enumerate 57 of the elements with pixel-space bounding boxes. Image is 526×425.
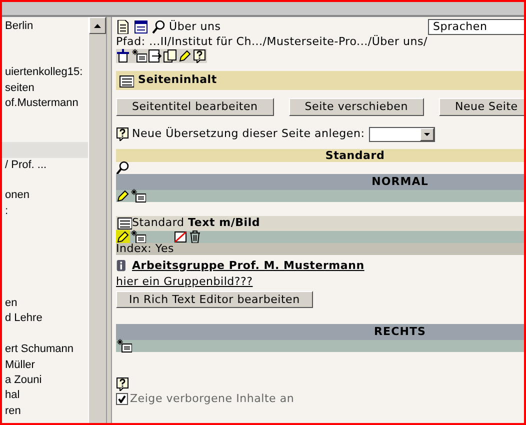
- translation-label: Neue Übersetzung dieser Seite anlegen:: [132, 126, 365, 142]
- search-icon[interactable]: [116, 160, 130, 174]
- list-icon[interactable]: [116, 216, 132, 230]
- tree-item[interactable]: d Lehre: [2, 311, 88, 327]
- languages-select[interactable]: Sprachen: [428, 19, 524, 35]
- tree-item[interactable]: uiertenkolleg15:: [2, 65, 88, 81]
- new-element-icon[interactable]: [131, 49, 147, 63]
- info-icon[interactable]: [116, 258, 128, 273]
- template-bar: Standard: [116, 148, 524, 162]
- help-icon[interactable]: [193, 49, 207, 63]
- pencil-icon[interactable]: [178, 49, 192, 63]
- show-hidden-label: Zeige verborgene Inhalte an: [130, 390, 294, 406]
- rich-text-edit-button[interactable]: In Rich Text Editor bearbeiten: [116, 290, 313, 308]
- scroll-up-button[interactable]: [89, 17, 106, 34]
- new-element-icon[interactable]: [116, 338, 132, 352]
- dropdown-arrow-icon: [424, 132, 430, 136]
- up-arrow-icon: [94, 24, 101, 28]
- content-header-title: Seiteninhalt: [138, 72, 217, 88]
- tree-item[interactable]: a Zouni: [2, 372, 88, 388]
- page-action-button[interactable]: Seitentitel bearbeiten: [116, 98, 274, 116]
- help-icon[interactable]: [116, 127, 130, 142]
- tree-item[interactable]: / Prof. ...: [2, 158, 88, 173]
- page-properties-icon[interactable]: [116, 49, 130, 63]
- tree-item[interactable]: en: [2, 296, 88, 312]
- tree-item[interactable]: onen: [2, 188, 88, 204]
- new-element-icon[interactable]: [130, 230, 146, 244]
- tree-item[interactable]: hal: [2, 388, 88, 404]
- copy-icon[interactable]: [163, 49, 177, 63]
- calendar-icon[interactable]: [134, 20, 148, 34]
- element-type: Standard Text m/Bild: [132, 214, 260, 231]
- page-action-button[interactable]: Seite verschieben: [288, 98, 424, 116]
- check-icon: [118, 394, 126, 403]
- section-header: RECHTS: [116, 324, 524, 340]
- tree-item[interactable]: Berlin: [2, 19, 88, 34]
- page-title: Über uns: [169, 18, 221, 35]
- new-element-icon[interactable]: [130, 188, 146, 202]
- trash-icon[interactable]: [188, 230, 202, 244]
- tree-item[interactable]: Müller: [2, 358, 88, 373]
- scrollbar[interactable]: [88, 17, 106, 423]
- document-icon[interactable]: [116, 20, 130, 34]
- tree-item[interactable]: ren: [2, 404, 88, 420]
- help-icon[interactable]: [116, 376, 130, 390]
- hide-icon[interactable]: [174, 230, 188, 244]
- tree-item[interactable]: ert Schumann: [2, 342, 88, 358]
- section-header: NORMAL: [116, 174, 524, 190]
- tree-item[interactable]: of.Mustermann: [2, 96, 88, 112]
- list-icon[interactable]: [118, 74, 134, 88]
- show-hidden-checkbox[interactable]: [116, 392, 128, 405]
- tree-item[interactable]: seiten: [2, 80, 88, 96]
- search-icon[interactable]: [152, 20, 166, 34]
- element-body-link[interactable]: hier ein Gruppenbild???: [116, 274, 253, 290]
- element-heading: Arbeitsgruppe Prof. M. Mustermann: [132, 258, 364, 274]
- index-label: Index: Yes: [116, 242, 524, 254]
- translation-select[interactable]: [368, 126, 435, 142]
- page-action-button[interactable]: Neue Seite: [438, 98, 524, 116]
- tree-item[interactable]: :: [2, 204, 88, 220]
- breadcrumb-path: Pfad: ...II/Institut für Ch.../Musterseite-Pro.../Über uns/: [116, 35, 429, 49]
